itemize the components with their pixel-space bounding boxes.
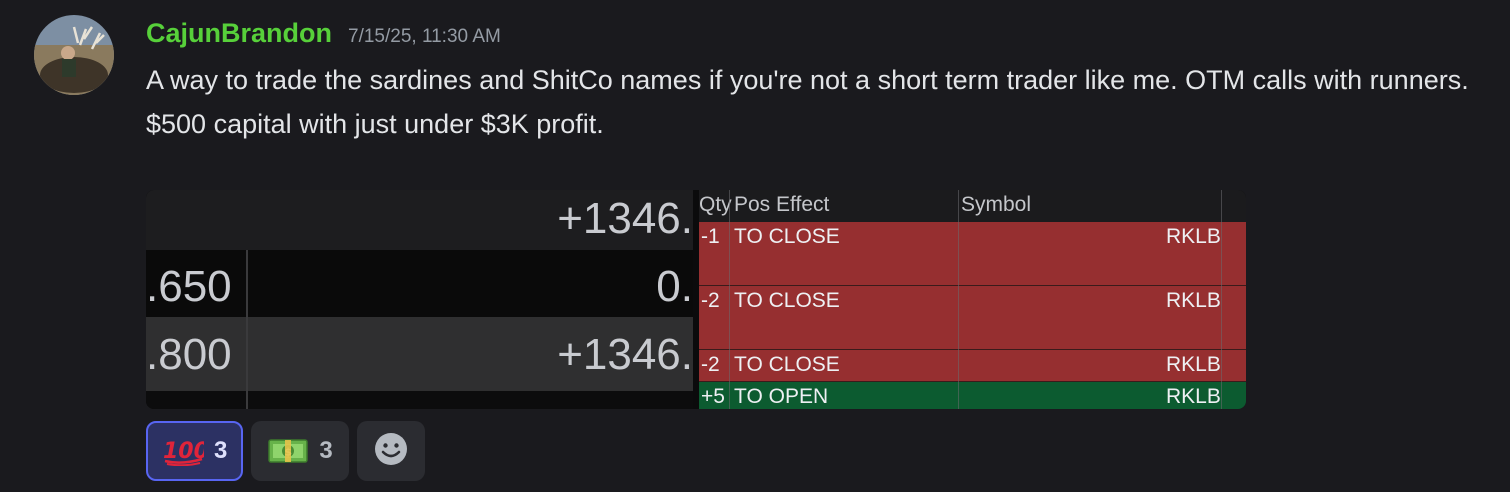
message-line: A way to trade the sardines and ShitCo n… xyxy=(146,65,1469,95)
column-divider xyxy=(729,190,730,409)
image-attachment[interactable]: +1346. .650 0. .800 +1346. Qty Pos Effec… xyxy=(146,190,1246,409)
message-line: $500 capital with just under $3K profit. xyxy=(146,109,604,139)
qty-cell: -2 xyxy=(701,289,720,312)
reaction-hundred-points[interactable]: 100 3 xyxy=(146,421,244,481)
symbol-cell: RKLB xyxy=(1166,353,1221,376)
symbol-cell: RKLB xyxy=(1166,289,1221,312)
symbol-cell: RKLB xyxy=(1166,225,1221,248)
qty-cell: -2 xyxy=(701,353,720,376)
message-body: A way to trade the sardines and ShitCo n… xyxy=(146,58,1486,146)
smiley-icon xyxy=(374,432,408,471)
pos-effect-cell: TO CLOSE xyxy=(734,225,840,248)
timestamp[interactable]: 7/15/25, 11:30 AM xyxy=(348,26,501,48)
pl-value-cell: +1346. xyxy=(557,330,693,379)
reaction-count: 3 xyxy=(319,437,333,464)
pos-effect-cell: TO CLOSE xyxy=(734,289,840,312)
table-row: -2 TO CLOSE RKLB xyxy=(699,286,1246,350)
message-header: CajunBrandon 7/15/25, 11:30 AM xyxy=(146,18,501,52)
reactions-bar: 100 3 $ 3 xyxy=(146,421,425,481)
price-cell: .650 xyxy=(146,262,232,311)
qty-cell: +5 xyxy=(701,385,725,408)
pos-effect-cell: TO CLOSE xyxy=(734,353,840,376)
orders-table: Qty Pos Effect Symbol -1 TO CLOSE RKLB -… xyxy=(699,190,1246,409)
pl-value-cell: 0. xyxy=(656,262,693,311)
chat-message: CajunBrandon 7/15/25, 11:30 AM A way to … xyxy=(0,0,1510,492)
column-divider xyxy=(958,190,959,409)
price-cell: .800 xyxy=(146,330,232,379)
table-header: Qty Pos Effect Symbol xyxy=(699,190,1246,222)
reaction-dollar-banknote[interactable]: $ 3 xyxy=(251,421,349,481)
username[interactable]: CajunBrandon xyxy=(146,18,332,49)
pl-total-value: +1346. xyxy=(557,194,693,243)
hundred-points-icon: 100 xyxy=(162,435,204,467)
pl-crop-panel: +1346. .650 0. .800 +1346. xyxy=(146,190,693,409)
dollar-banknote-icon: $ xyxy=(267,435,309,467)
header-symbol: Symbol xyxy=(961,193,1032,216)
column-divider xyxy=(1221,190,1222,409)
avatar[interactable] xyxy=(34,15,114,95)
table-row: -1 TO CLOSE RKLB xyxy=(699,222,1246,286)
header-pos-effect: Pos Effect xyxy=(734,193,830,216)
table-row: +5 TO OPEN RKLB xyxy=(699,382,1246,409)
add-reaction-button[interactable] xyxy=(356,421,425,481)
symbol-cell: RKLB xyxy=(1166,385,1221,408)
column-divider xyxy=(246,250,248,409)
header-qty: Qty xyxy=(699,193,732,216)
qty-cell: -1 xyxy=(701,225,720,248)
pos-effect-cell: TO OPEN xyxy=(734,385,829,408)
reaction-count: 3 xyxy=(214,437,228,464)
table-row: -2 TO CLOSE RKLB xyxy=(699,350,1246,382)
